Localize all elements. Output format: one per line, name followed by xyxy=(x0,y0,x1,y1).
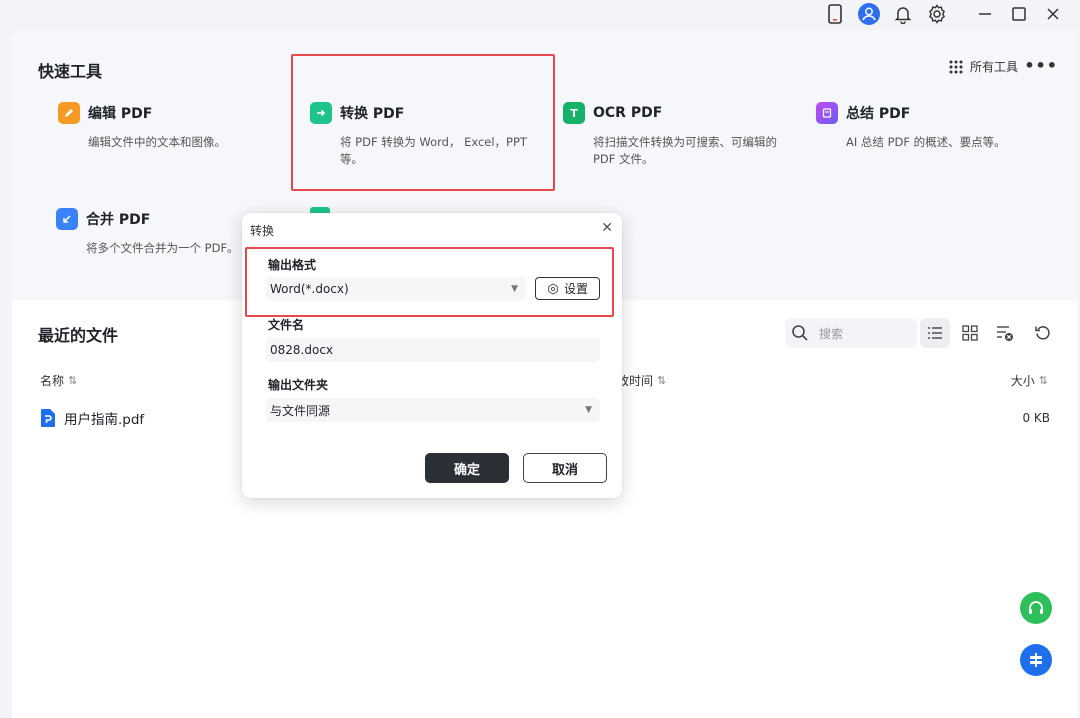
quick-tools-title: 快速工具 xyxy=(38,62,103,81)
file-size: 0 KB xyxy=(1022,411,1050,425)
signpost-button[interactable] xyxy=(1020,644,1052,676)
tool-convert-pdf[interactable]: 转换 PDF 将 PDF 转换为 Word， Excel，PPT 等。 xyxy=(310,102,540,168)
tool-name: 总结 PDF xyxy=(846,106,911,122)
user-avatar-icon[interactable] xyxy=(852,1,886,27)
list-view-icon xyxy=(928,327,942,339)
settings-label: 设置 xyxy=(563,282,588,296)
dialog-close-icon[interactable]: ✕ xyxy=(601,220,613,236)
column-name-header[interactable]: 名称 ⇅ xyxy=(40,372,77,389)
settings-icon xyxy=(548,282,558,295)
tool-edit-pdf[interactable]: 编辑 PDF 编辑文件中的文本和图像。 xyxy=(58,102,288,151)
clear-list-icon xyxy=(997,326,1013,341)
cancel-button[interactable]: 取消 xyxy=(523,453,607,483)
search-input[interactable]: 搜索 xyxy=(785,318,917,348)
chevron-down-icon: ▼ xyxy=(585,405,592,415)
tool-desc: 编辑文件中的文本和图像。 xyxy=(88,135,226,149)
chevron-down-icon: ▼ xyxy=(511,284,518,294)
tool-name: OCR PDF xyxy=(593,105,663,121)
headset-icon xyxy=(1029,601,1043,614)
grid-view-button[interactable] xyxy=(955,318,985,348)
convert-pdf-icon xyxy=(310,102,332,124)
file-name-label: 文件名 xyxy=(268,318,305,332)
output-folder-select[interactable]: 与文件同源 ▼ xyxy=(266,398,600,422)
search-icon xyxy=(792,325,808,341)
maximize-icon[interactable] xyxy=(1002,1,1036,27)
output-folder-value: 与文件同源 xyxy=(270,403,331,418)
column-modified-header[interactable]: 改时间 ⇅ xyxy=(617,372,666,389)
column-modified-label: 改时间 xyxy=(617,374,654,388)
refresh-icon xyxy=(1035,326,1050,340)
list-view-button[interactable] xyxy=(920,318,950,348)
file-name-value: 0828.docx xyxy=(270,343,334,357)
recent-files-title: 最近的文件 xyxy=(38,326,119,345)
tool-summarize-pdf[interactable]: 总结 PDF AI 总结 PDF 的概述、要点等。 xyxy=(816,102,1046,151)
convert-dialog: 转换 ✕ 输出格式 Word(*.docx) ▼ 设置 文件名 0828.doc… xyxy=(242,213,622,498)
refresh-button[interactable] xyxy=(1028,318,1058,348)
file-name: 用户指南.pdf xyxy=(64,412,145,428)
sort-icon: ⇅ xyxy=(68,374,78,387)
edit-pdf-icon xyxy=(58,102,80,124)
column-name-label: 名称 xyxy=(40,374,65,388)
tool-desc: 将扫描文件转换为可搜索、可编辑的 PDF 文件。 xyxy=(593,135,777,166)
more-options-icon[interactable]: ••• xyxy=(1024,56,1058,75)
bell-icon[interactable] xyxy=(886,1,920,27)
sort-icon: ⇅ xyxy=(657,374,667,387)
grid-dots-icon xyxy=(949,60,963,73)
file-row[interactable]: 用户指南.pdf xyxy=(40,408,144,428)
all-tools-label: 所有工具 xyxy=(969,60,1018,74)
dialog-title: 转换 xyxy=(250,224,275,238)
clear-list-button[interactable] xyxy=(990,318,1020,348)
file-name-input[interactable]: 0828.docx xyxy=(266,338,600,362)
summarize-pdf-icon xyxy=(816,102,838,124)
tool-name: 编辑 PDF xyxy=(88,106,153,122)
tool-name: 转换 PDF xyxy=(340,106,405,122)
support-button[interactable] xyxy=(1020,592,1052,624)
pdf-file-icon xyxy=(41,409,55,427)
gear-icon[interactable] xyxy=(920,1,954,27)
close-icon[interactable] xyxy=(1036,1,1070,27)
search-placeholder: 搜索 xyxy=(819,326,844,341)
merge-pdf-icon xyxy=(56,208,78,230)
title-bar xyxy=(0,0,1080,28)
output-folder-label: 输出文件夹 xyxy=(268,378,329,392)
output-format-select[interactable]: Word(*.docx) ▼ xyxy=(266,277,526,301)
settings-button[interactable]: 设置 xyxy=(535,277,600,300)
tool-desc: AI 总结 PDF 的概述、要点等。 xyxy=(846,135,1006,149)
column-size-header[interactable]: 大小 ⇅ xyxy=(1011,372,1048,389)
output-format-label: 输出格式 xyxy=(268,258,317,272)
sort-icon: ⇅ xyxy=(1038,374,1048,387)
grid-view-icon xyxy=(962,325,978,341)
column-size-label: 大小 xyxy=(1010,374,1035,388)
tool-desc: 将 PDF 转换为 Word， Excel，PPT 等。 xyxy=(340,135,527,166)
minimize-icon[interactable] xyxy=(968,1,1002,27)
signpost-icon xyxy=(1030,653,1042,667)
phone-icon[interactable] xyxy=(818,1,852,27)
confirm-button[interactable]: 确定 xyxy=(425,453,509,483)
output-format-value: Word(*.docx) xyxy=(270,282,349,296)
all-tools-button[interactable]: 所有工具 xyxy=(948,58,1018,75)
ocr-pdf-icon: T xyxy=(563,102,585,124)
tool-name: 合并 PDF xyxy=(86,212,151,228)
tool-ocr-pdf[interactable]: T OCR PDF 将扫描文件转换为可搜索、可编辑的 PDF 文件。 xyxy=(563,102,793,168)
